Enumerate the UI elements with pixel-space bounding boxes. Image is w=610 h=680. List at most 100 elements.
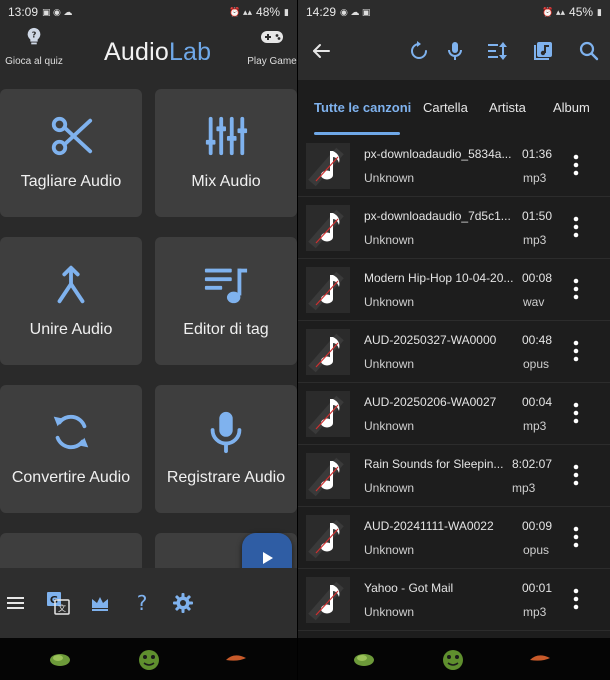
- song-row[interactable]: Yahoo - Got Mail Unknown 00:01 mp3: [298, 569, 610, 631]
- status-time: 13:09: [8, 5, 39, 19]
- tile-editor-di-tag[interactable]: Editor di tag: [155, 237, 297, 365]
- more-vert-icon[interactable]: [566, 339, 586, 363]
- scissors-icon: [51, 116, 93, 156]
- brand-lab: Lab: [168, 38, 212, 66]
- more-vert-icon[interactable]: [566, 153, 586, 177]
- sort-icon[interactable]: [486, 40, 508, 62]
- play-game-button[interactable]: Play Game: [247, 26, 297, 67]
- more-vert-icon[interactable]: [566, 401, 586, 425]
- app-title: AudioLab: [104, 38, 211, 67]
- song-duration: 01:36: [521, 147, 552, 161]
- home-nav-icon[interactable]: [136, 647, 162, 671]
- search-icon[interactable]: [578, 40, 600, 62]
- more-vert-icon[interactable]: [566, 277, 586, 301]
- song-artist: Unknown: [364, 295, 415, 309]
- quiz-bulb-icon: ?: [27, 27, 41, 45]
- tile-convertire-audio[interactable]: Convertire Audio: [0, 385, 142, 513]
- song-title: px-downloadaudio_7d5c1...: [364, 209, 511, 223]
- tile-mix-audio[interactable]: Mix Audio: [155, 89, 297, 217]
- music-note-icon: [306, 267, 350, 313]
- song-format: wav: [523, 295, 545, 309]
- song-row[interactable]: AUD-20250206-WA0027 Unknown 00:04 mp3: [298, 383, 610, 445]
- play-icon: [263, 552, 273, 564]
- song-title: px-downloadaudio_5834a...: [364, 147, 512, 161]
- more-vert-icon[interactable]: [566, 525, 586, 549]
- gear-icon[interactable]: [172, 592, 194, 614]
- song-duration: 00:48: [521, 333, 552, 347]
- crown-icon[interactable]: [89, 592, 111, 614]
- home-nav-icon[interactable]: [440, 647, 466, 671]
- song-row[interactable]: AUD-20241111-WA0022 Unknown 00:09 opus: [298, 507, 610, 569]
- battery-icon: ▮: [597, 6, 602, 17]
- library-music-icon[interactable]: [532, 40, 554, 62]
- signal-icon: ⏰ ▴▴: [229, 6, 253, 17]
- tab-tutte-le-canzoni[interactable]: Tutte le canzoni: [314, 100, 411, 115]
- sync-icon: [53, 414, 89, 450]
- album-art-thumbnail: [306, 205, 350, 251]
- song-format: opus: [523, 543, 550, 557]
- recents-nav-icon[interactable]: [352, 648, 376, 670]
- menu-icon[interactable]: [5, 592, 27, 614]
- battery-level: 48%: [256, 5, 281, 19]
- tile-unire-audio[interactable]: Unire Audio: [0, 237, 142, 365]
- svg-text:?: ?: [32, 29, 37, 39]
- song-artist: Unknown: [364, 605, 415, 619]
- tile-registrare-audio[interactable]: Registrare Audio: [155, 385, 297, 513]
- notification-icons: ▣ ◉ ☁: [42, 6, 73, 17]
- game-label: Play Game: [247, 56, 297, 67]
- signal-icon: ⏰ ▴▴: [542, 6, 566, 17]
- refresh-icon[interactable]: [408, 40, 430, 62]
- song-row[interactable]: AUD-20250327-WA0000 Unknown 00:48 opus: [298, 321, 610, 383]
- notification-icons: ◉ ☁ ▣: [340, 6, 371, 17]
- more-vert-icon[interactable]: [566, 215, 586, 239]
- song-artist: Unknown: [364, 481, 415, 495]
- back-nav-icon[interactable]: [224, 648, 248, 670]
- tile-label: Editor di tag: [183, 321, 269, 338]
- song-duration: 8:02:07: [511, 457, 552, 471]
- help-icon[interactable]: ?: [131, 592, 153, 614]
- tab-artista[interactable]: Artista: [489, 100, 526, 115]
- quiz-button[interactable]: ? Gioca al quiz: [4, 26, 64, 67]
- back-nav-icon[interactable]: [528, 648, 552, 670]
- recents-nav-icon[interactable]: [48, 648, 72, 670]
- gamepad-icon: [261, 31, 283, 43]
- microphone-icon[interactable]: [444, 40, 466, 62]
- music-note-icon: [306, 329, 350, 375]
- audiolab-home-screen: 13:09 ▣ ◉ ☁ ⏰ ▴▴ 48% ▮ ? Gioca al quiz A…: [0, 0, 297, 680]
- more-vert-icon[interactable]: [566, 587, 586, 611]
- song-row[interactable]: px-downloadaudio_5834a... Unknown 01:36 mp3: [298, 135, 610, 197]
- back-arrow-icon[interactable]: [310, 40, 332, 62]
- song-format: mp3: [523, 171, 547, 185]
- music-note-icon: [306, 577, 350, 623]
- svg-text:?: ?: [137, 592, 148, 614]
- album-art-thumbnail: [306, 391, 350, 437]
- music-note-icon: [306, 515, 350, 561]
- tile-tagliare-audio[interactable]: Tagliare Audio: [0, 89, 142, 217]
- song-duration: 00:04: [521, 395, 552, 409]
- status-bar: 13:09 ▣ ◉ ☁ ⏰ ▴▴ 48% ▮: [0, 0, 297, 24]
- album-art-thumbnail: [306, 453, 350, 499]
- svg-text:文: 文: [58, 603, 66, 613]
- tab-cartella[interactable]: Cartella: [423, 100, 468, 115]
- battery-icon: ▮: [284, 6, 289, 17]
- song-row[interactable]: px-downloadaudio_7d5c1... Unknown 01:50 mp3: [298, 197, 610, 259]
- tab-album[interactable]: Album: [553, 100, 590, 115]
- song-format: mp3: [523, 605, 547, 619]
- music-note-icon: [306, 143, 350, 189]
- translate-icon[interactable]: G文: [46, 591, 70, 615]
- song-format: mp3: [512, 481, 536, 495]
- battery-level: 45%: [569, 5, 594, 19]
- song-duration: 01:50: [521, 209, 552, 223]
- song-row[interactable]: Modern Hip-Hop 10-04-20... Unknown 00:08 wa…: [298, 259, 610, 321]
- song-row[interactable]: Rain Sounds for Sleepin... Unknown 8:02:07…: [298, 445, 610, 507]
- song-artist: Unknown: [364, 357, 415, 371]
- music-note-icon: [306, 453, 350, 499]
- song-format: mp3: [523, 233, 547, 247]
- microphone-icon: [210, 411, 242, 454]
- more-vert-icon[interactable]: [566, 463, 586, 487]
- song-title: Rain Sounds for Sleepin...: [364, 457, 504, 471]
- bottom-toolbar: G文 ?: [0, 568, 297, 638]
- song-artist: Unknown: [364, 233, 415, 247]
- music-note-icon: [306, 205, 350, 251]
- tile-label: Tagliare Audio: [20, 173, 122, 190]
